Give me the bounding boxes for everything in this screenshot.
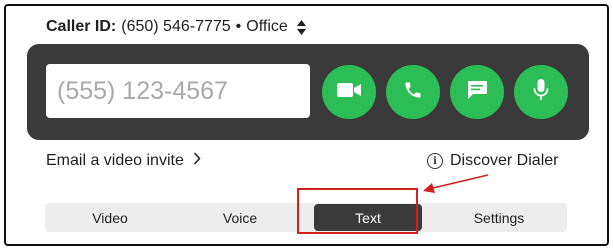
email-video-invite-link[interactable]: Email a video invite (46, 152, 201, 170)
video-call-button[interactable] (322, 65, 376, 119)
tab-settings[interactable]: Settings (431, 203, 567, 232)
mode-tab-bar: Video Voice Text Settings (45, 203, 567, 232)
dial-bar (27, 44, 589, 140)
video-camera-icon (336, 81, 362, 104)
caller-id-line: Office (246, 18, 288, 35)
tab-video[interactable]: Video (45, 203, 175, 232)
sort-arrows-icon[interactable] (296, 19, 306, 35)
microphone-icon (533, 78, 549, 107)
info-icon: i (427, 153, 443, 169)
chat-bubble-icon (466, 80, 488, 105)
voice-input-button[interactable] (514, 65, 568, 119)
phone-icon (403, 80, 423, 105)
invite-label: Email a video invite (46, 152, 184, 169)
tab-video-label: Video (92, 209, 128, 226)
tab-voice-label: Voice (222, 209, 258, 226)
phone-number-input[interactable] (46, 64, 310, 118)
caller-id-separator: • (235, 18, 242, 35)
voice-call-button[interactable] (386, 65, 440, 119)
tab-text-label: Text (355, 209, 381, 226)
tab-voice[interactable]: Voice (175, 203, 305, 232)
message-button[interactable] (450, 65, 504, 119)
discover-label: Discover Dialer (450, 152, 559, 169)
caller-id-label: Caller ID: (46, 18, 117, 35)
tab-text[interactable]: Text (314, 204, 422, 231)
dialer-panel: Caller ID: (650) 546-7775 • Office (555)… (4, 4, 609, 246)
discover-dialer-link[interactable]: i Discover Dialer (427, 152, 558, 170)
caller-id-selector[interactable]: Caller ID: (650) 546-7775 • Office (46, 18, 306, 36)
chevron-right-icon (193, 152, 201, 170)
tab-settings-label: Settings (473, 209, 525, 226)
caller-id-number: (650) 546-7775 (121, 18, 231, 35)
